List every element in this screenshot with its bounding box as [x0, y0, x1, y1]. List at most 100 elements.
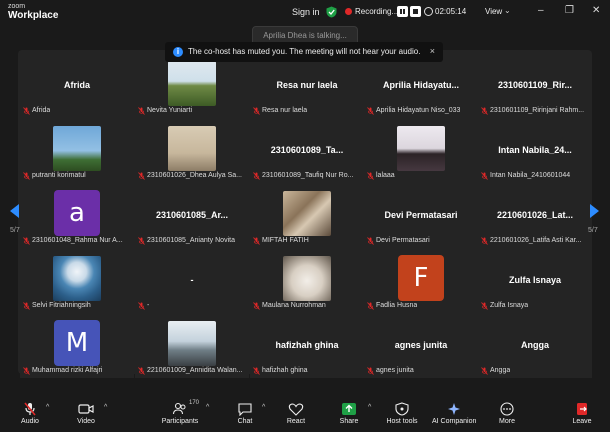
participant-name-text: 2210601009_Annidita Walan... — [147, 367, 243, 374]
participant-tile[interactable]: F Fadlia Husna — [364, 249, 478, 313]
participant-tile[interactable]: 2310601109_Rir... 2310601109_Ririnjani Ra… — [478, 54, 592, 118]
participant-avatar-letter: F — [398, 255, 444, 301]
video-options-chevron-icon[interactable]: ^ — [104, 404, 107, 411]
participant-name-label: Devi Permatasari — [366, 236, 430, 246]
participants-count: 170 — [189, 400, 200, 406]
participant-tile[interactable]: 2310601089_Ta... 2310601089_Taufiq Nur Ro… — [250, 119, 364, 183]
participant-display-name: 2310601085_Ar... — [155, 210, 229, 220]
participant-tile[interactable]: Afrida Afrida — [20, 54, 134, 118]
mic-muted-icon — [23, 172, 30, 180]
share-button[interactable]: Share — [338, 394, 360, 432]
participant-tile[interactable]: hafizhah ghina hafizhah ghina — [250, 314, 364, 378]
participant-name-text: Afrida — [32, 107, 51, 114]
participant-tile[interactable]: Zulfa Isnaya Zulfa Isnaya — [478, 249, 592, 313]
next-page-button[interactable] — [590, 204, 599, 218]
chat-label: Chat — [237, 418, 253, 425]
participant-name-text: lalaaa — [376, 172, 395, 179]
participant-name-label: Afrida — [22, 106, 50, 116]
participant-avatar-photo — [53, 256, 101, 301]
mic-muted-icon — [23, 302, 30, 310]
audio-button[interactable]: Audio — [18, 394, 42, 432]
brand-small: zoom — [8, 3, 26, 10]
stop-recording-button[interactable] — [410, 6, 421, 17]
participant-tile[interactable]: Nevita Yuniarti — [135, 54, 249, 118]
chat-options-chevron-icon[interactable]: ^ — [262, 404, 265, 411]
share-options-chevron-icon[interactable]: ^ — [368, 404, 371, 411]
chat-bubble-icon — [238, 403, 252, 416]
mic-muted-icon — [367, 302, 374, 310]
recording-dot-icon — [345, 8, 352, 15]
participant-tile[interactable]: 2310601026_Dhea Aulya Sa... — [135, 119, 249, 183]
participant-name-text: Intan Nabila_2410601044 — [490, 172, 571, 179]
participants-label: Participants — [161, 418, 199, 425]
pause-recording-button[interactable] — [397, 6, 408, 17]
ai-companion-button[interactable]: AI Companion — [432, 394, 476, 432]
participant-name-label: lalaaa — [366, 171, 395, 181]
participants-icon — [172, 402, 186, 415]
participant-tile[interactable]: Intan Nabila_24... Intan Nabila_241060104… — [478, 119, 592, 183]
participant-tile[interactable]: -- — [135, 249, 249, 313]
mic-muted-icon — [481, 172, 488, 180]
page-indicator-left: 5/7 — [10, 227, 20, 234]
mic-muted-icon — [253, 237, 260, 245]
video-camera-icon — [78, 404, 94, 414]
participant-tile[interactable]: Devi Permatasari Devi Permatasari — [364, 184, 478, 248]
mic-muted-icon — [138, 237, 145, 245]
participant-tile[interactable]: M Muhammad rizki Alfajri — [20, 314, 134, 378]
mic-muted-icon — [24, 402, 36, 416]
close-window-button[interactable]: ✕ — [592, 6, 600, 16]
participant-tile[interactable]: 2210601026_Lat... 2210601026_Latifa Asti … — [478, 184, 592, 248]
participant-tile[interactable]: lalaaa — [364, 119, 478, 183]
mic-muted-icon — [253, 107, 260, 115]
participant-tile[interactable]: MIFTAH FATIH — [250, 184, 364, 248]
audio-options-chevron-icon[interactable]: ^ — [46, 404, 49, 411]
participant-tile[interactable]: putranti korimatul — [20, 119, 134, 183]
participant-tile[interactable]: 2210601009_Annidita Walan... — [135, 314, 249, 378]
participant-name-text: 2310601109_Ririnjani Rahm... — [490, 107, 585, 114]
participant-avatar-letter: M — [54, 320, 100, 366]
participant-name-text: Angga — [490, 367, 511, 374]
sign-in-link[interactable]: Sign in — [292, 7, 320, 17]
meeting-timer: 02:05:14 — [435, 7, 467, 16]
mic-muted-icon — [481, 367, 488, 375]
security-shield-icon[interactable] — [326, 6, 337, 18]
participant-display-name: - — [190, 275, 194, 285]
participant-display-name: Angga — [521, 340, 549, 350]
mic-muted-icon — [253, 302, 260, 310]
mic-muted-icon — [138, 107, 145, 115]
participants-options-chevron-icon[interactable]: ^ — [206, 404, 209, 411]
participant-display-name: Intan Nabila_24... — [498, 145, 572, 155]
participant-tile[interactable]: a 2310601048_Rahma Nur A... — [20, 184, 134, 248]
react-button[interactable]: React — [285, 394, 307, 432]
participant-tile[interactable]: Maulana Nurrohman — [250, 249, 364, 313]
participant-tile[interactable]: Angga Angga — [478, 314, 592, 378]
participant-tile[interactable]: agnes junita agnes junita — [364, 314, 478, 378]
previous-page-button[interactable] — [10, 204, 19, 218]
leave-button[interactable]: Leave — [571, 394, 593, 432]
mic-muted-icon — [138, 367, 145, 375]
notification-close-button[interactable]: × — [430, 46, 435, 56]
video-button[interactable]: Video — [74, 394, 98, 432]
participant-display-name: 2310601109_Rir... — [497, 80, 573, 90]
mic-muted-icon — [481, 302, 488, 310]
participant-name-label: 2310601109_Ririnjani Rahm... — [480, 106, 584, 116]
participant-avatar-photo — [283, 256, 331, 301]
host-tools-button[interactable]: Host tools — [386, 394, 418, 432]
participant-name-label: Maulana Nurrohman — [252, 301, 326, 311]
participant-avatar-photo — [168, 61, 216, 106]
participant-tile[interactable]: 2310601085_Ar... 2310601085_Anianty Novit… — [135, 184, 249, 248]
participant-name-label: Resa nur laela — [252, 106, 307, 116]
view-menu-button[interactable]: View — [485, 7, 502, 16]
participant-tile[interactable]: Selvi Fitriahningsih — [20, 249, 134, 313]
clock-icon — [424, 7, 433, 16]
chat-button[interactable]: Chat — [234, 394, 256, 432]
restore-button[interactable]: ❐ — [565, 6, 574, 16]
participant-tile[interactable]: Resa nur laela Resa nur laela — [250, 54, 364, 118]
more-button[interactable]: More — [496, 394, 518, 432]
participant-tile[interactable]: Aprilia Hidayatu... Aprilia Hidayatun Nis… — [364, 54, 478, 118]
participant-avatar-photo — [397, 126, 445, 171]
participant-name-text: 2310601085_Anianty Novita — [147, 237, 235, 244]
minimize-button[interactable]: – — [538, 6, 544, 16]
participant-name-label: 2310601089_Taufiq Nur Ro... — [252, 171, 353, 181]
notification-text: The co-host has muted you. The meeting w… — [188, 47, 421, 56]
